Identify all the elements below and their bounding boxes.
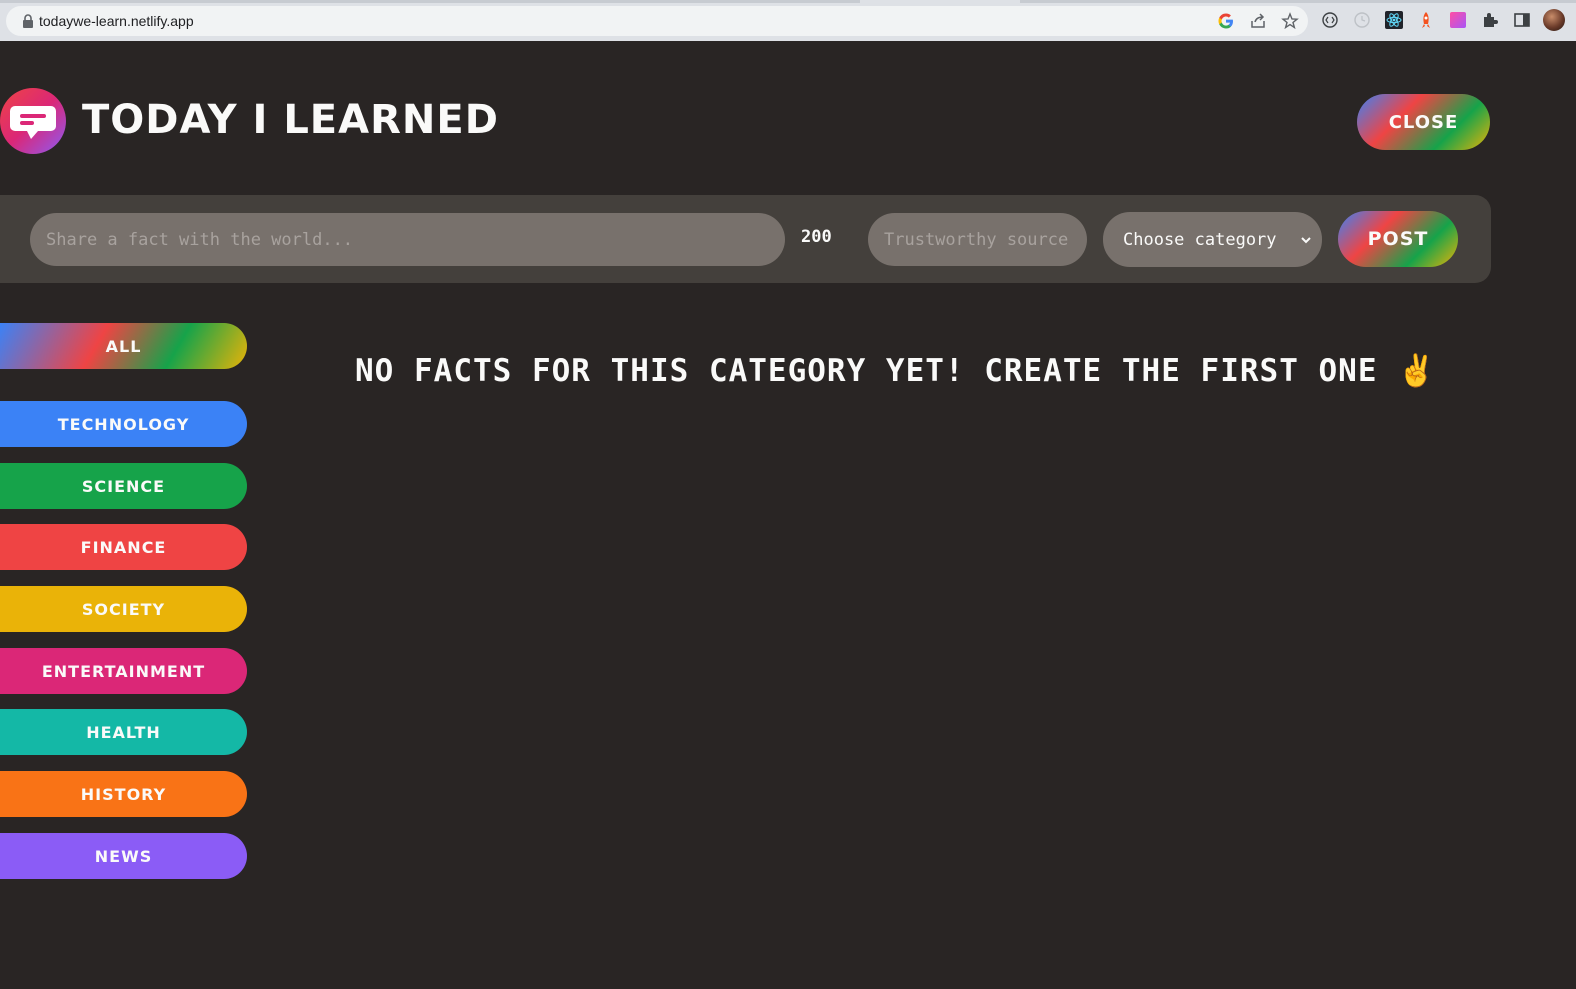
category-news-button[interactable]: NEWS <box>0 833 247 879</box>
tab-strip-edge-right <box>1020 0 1576 3</box>
extension-clock-icon[interactable] <box>1353 11 1371 29</box>
category-history-button[interactable]: HISTORY <box>0 771 247 817</box>
browser-toolbar: todaywe-learn.netlify.app <box>0 0 1576 41</box>
tab-strip-edge <box>0 0 860 3</box>
extensions-puzzle-icon[interactable] <box>1481 11 1499 29</box>
extension-rocket-icon[interactable] <box>1417 11 1435 29</box>
char-count: 200 <box>801 227 832 247</box>
post-button[interactable]: POST <box>1338 211 1458 267</box>
google-icon[interactable] <box>1217 12 1235 30</box>
address-bar[interactable]: todaywe-learn.netlify.app <box>6 6 1308 36</box>
extension-code-icon[interactable] <box>1321 11 1339 29</box>
url-text: todaywe-learn.netlify.app <box>39 13 194 29</box>
close-button[interactable]: CLOSE <box>1357 94 1490 150</box>
category-technology-button[interactable]: TECHNOLOGY <box>0 401 247 447</box>
app-logo <box>0 88 66 154</box>
app-title: TODAY I LEARNED <box>82 97 499 143</box>
category-select-label: Choose category <box>1123 229 1277 250</box>
source-input[interactable] <box>868 213 1087 266</box>
category-science-button[interactable]: SCIENCE <box>0 463 247 509</box>
share-icon[interactable] <box>1249 12 1267 30</box>
chat-bubble-icon <box>10 106 56 139</box>
bookmark-star-icon[interactable] <box>1281 12 1299 30</box>
fact-text-input[interactable] <box>30 213 785 266</box>
side-panel-icon[interactable] <box>1513 11 1531 29</box>
lock-icon <box>23 14 33 28</box>
category-entertainment-button[interactable]: ENTERTAINMENT <box>0 648 247 694</box>
category-society-button[interactable]: SOCIETY <box>0 586 247 632</box>
chevron-down-icon <box>1301 236 1311 243</box>
category-health-button[interactable]: HEALTH <box>0 709 247 755</box>
category-select[interactable]: Choose category <box>1103 212 1322 267</box>
empty-state-message: NO FACTS FOR THIS CATEGORY YET! CREATE T… <box>355 353 1437 389</box>
category-all-button[interactable]: ALL <box>0 323 247 369</box>
category-finance-button[interactable]: FINANCE <box>0 524 247 570</box>
fact-form: 200 Choose category POST <box>0 195 1491 283</box>
profile-avatar[interactable] <box>1543 9 1565 31</box>
react-devtools-icon[interactable] <box>1385 11 1403 29</box>
extension-gradient-icon[interactable] <box>1449 11 1467 29</box>
